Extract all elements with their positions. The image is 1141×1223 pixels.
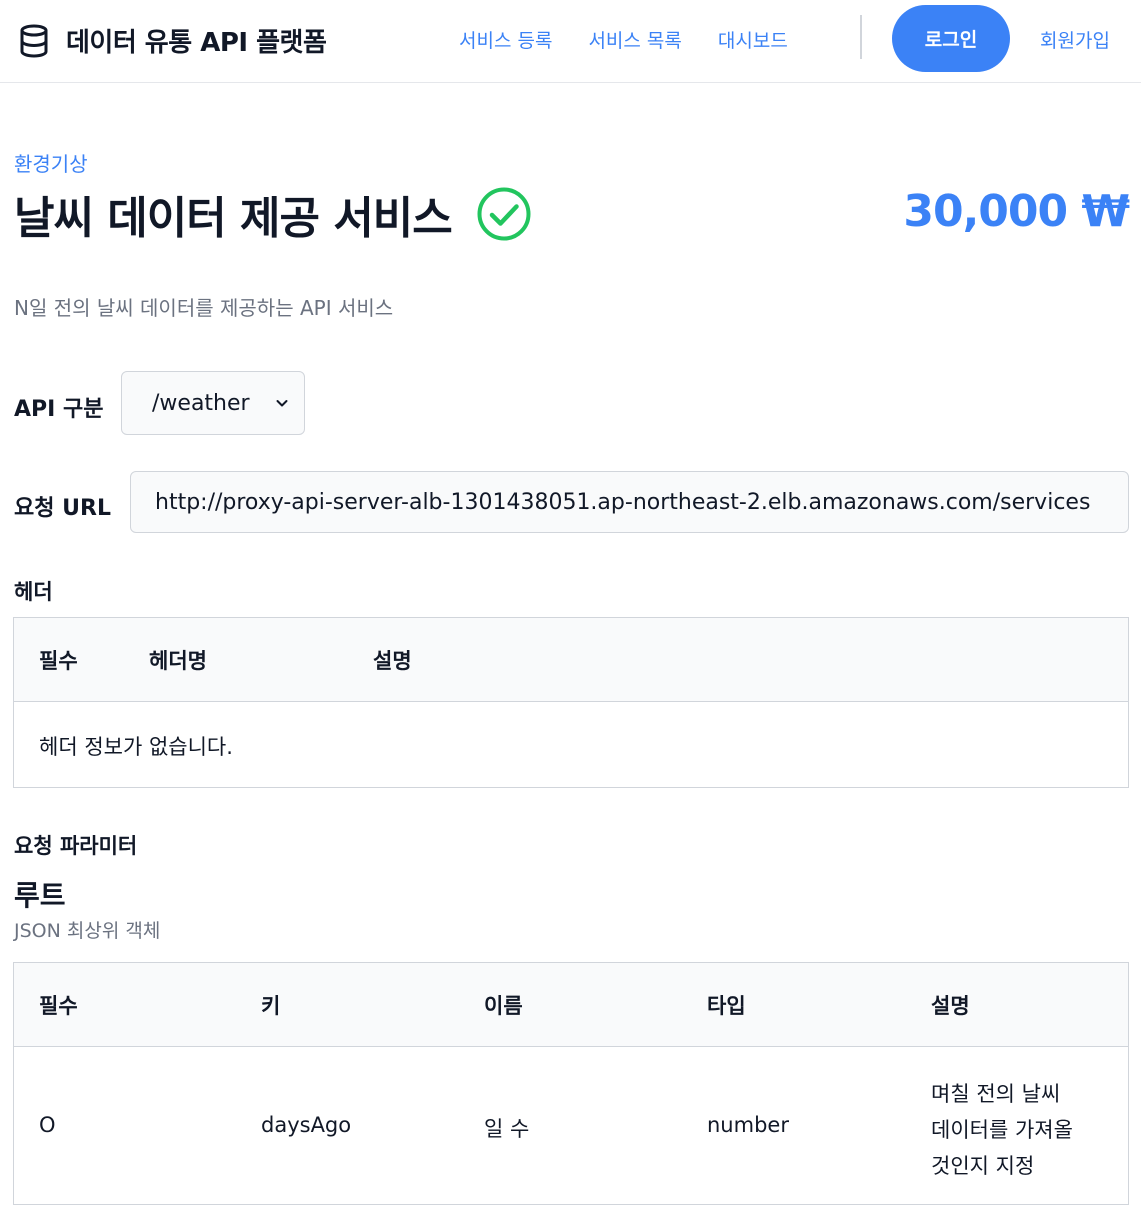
api-type-selected-value: /weather xyxy=(152,390,250,416)
main-nav: 서비스 등록 서비스 목록 대시보드 xyxy=(459,26,788,53)
headers-section-label: 헤더 xyxy=(14,580,53,604)
check-circle-icon xyxy=(477,187,531,241)
nav-dashboard[interactable]: 대시보드 xyxy=(718,26,788,53)
request-url-label: 요청 URL xyxy=(14,496,111,521)
chevron-down-icon xyxy=(276,400,288,407)
param-required: O xyxy=(39,1113,56,1137)
request-url-field[interactable]: http://proxy-api-server-alb-1301438051.a… xyxy=(130,471,1129,533)
param-name: 일 수 xyxy=(484,1117,530,1141)
brand[interactable]: 데이터 유통 API 플랫폼 xyxy=(16,22,327,59)
nav-service-list[interactable]: 서비스 목록 xyxy=(588,26,681,53)
col-description: 설명 xyxy=(931,994,970,1018)
params-table-head: 필수 키 이름 타입 설명 xyxy=(14,963,1128,1047)
api-type-label: API 구분 xyxy=(14,397,104,422)
login-button[interactable]: 로그인 xyxy=(892,5,1010,72)
params-section-label: 요청 파라미터 xyxy=(14,834,138,858)
headers-empty-message: 헤더 정보가 없습니다. xyxy=(39,735,233,759)
headers-table-head: 필수 헤더명 설명 xyxy=(14,618,1128,702)
col-description: 설명 xyxy=(373,649,412,673)
nav-divider xyxy=(860,15,862,59)
headers-empty-row: 헤더 정보가 없습니다. xyxy=(14,702,1128,787)
api-type-select[interactable]: /weather xyxy=(121,371,305,435)
request-url-value: http://proxy-api-server-alb-1301438051.a… xyxy=(155,489,1091,515)
table-row: O daysAgo 일 수 number 며칠 전의 날씨 데이터를 가져올 것… xyxy=(14,1047,1128,1204)
service-title-row: 날씨 데이터 제공 서비스 xyxy=(14,182,532,246)
param-type: number xyxy=(707,1113,789,1137)
service-category: 환경기상 xyxy=(14,152,88,176)
top-navbar: 데이터 유통 API 플랫폼 서비스 등록 서비스 목록 대시보드 로그인 회원… xyxy=(0,0,1141,83)
service-title: 날씨 데이터 제공 서비스 xyxy=(14,193,453,244)
brand-title: 데이터 유통 API 플랫폼 xyxy=(66,28,327,58)
param-description-line: 며칠 전의 날씨 xyxy=(931,1082,1061,1106)
database-icon xyxy=(20,24,48,58)
service-price: 30,000 ₩ xyxy=(903,186,1130,237)
param-description-line: 것인지 지정 xyxy=(931,1154,1035,1178)
params-table: 필수 키 이름 타입 설명 O daysAgo 일 수 number 며칠 전의… xyxy=(13,962,1129,1205)
service-description: N일 전의 날씨 데이터를 제공하는 API 서비스 xyxy=(14,296,394,320)
param-key: daysAgo xyxy=(261,1113,352,1137)
col-key: 키 xyxy=(261,994,281,1018)
col-header-name: 헤더명 xyxy=(149,649,207,673)
col-name: 이름 xyxy=(484,994,523,1018)
param-description-line: 데이터를 가져올 xyxy=(931,1118,1073,1142)
signup-link[interactable]: 회원가입 xyxy=(1040,26,1110,53)
root-subtitle: JSON 최상위 객체 xyxy=(14,920,161,942)
col-required: 필수 xyxy=(39,649,78,673)
param-description: 며칠 전의 날씨 데이터를 가져올 것인지 지정 xyxy=(931,1076,1073,1184)
col-required: 필수 xyxy=(39,994,78,1018)
headers-table: 필수 헤더명 설명 헤더 정보가 없습니다. xyxy=(13,617,1129,788)
root-title: 루트 xyxy=(14,879,66,912)
col-type: 타입 xyxy=(707,994,746,1018)
nav-service-register[interactable]: 서비스 등록 xyxy=(459,26,552,53)
